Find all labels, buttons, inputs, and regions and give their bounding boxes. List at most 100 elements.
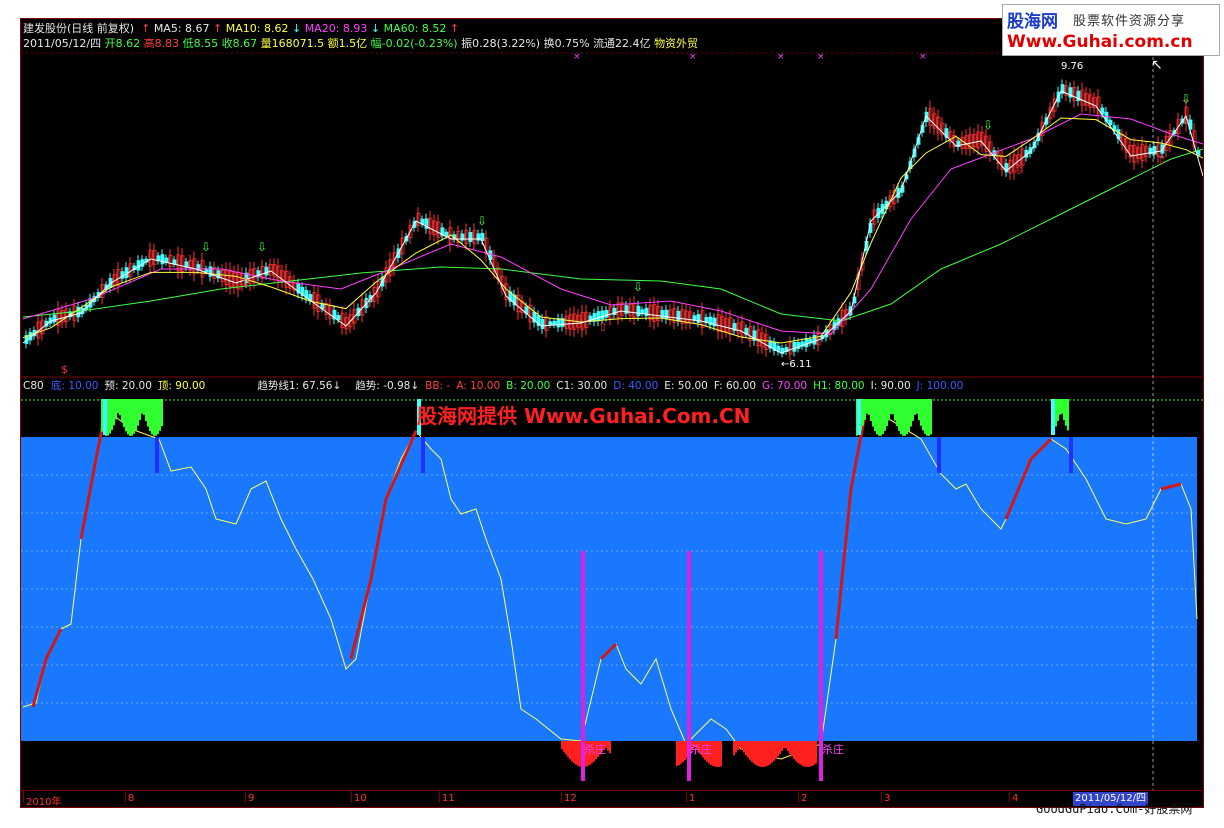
bottom-histogram-bar: [755, 741, 757, 765]
indicator-param: G: 70.00: [762, 380, 808, 392]
candle-body: [636, 305, 641, 317]
bottom-histogram-bar: [720, 741, 722, 767]
candle-body: [1152, 146, 1157, 155]
top-histogram-bar: [876, 399, 878, 435]
candle-body: [792, 341, 797, 352]
top-histogram-bar: [1063, 399, 1065, 421]
logo-url: Www.Guhai.com.cn: [1007, 32, 1193, 52]
top-histogram-bar: [113, 399, 115, 426]
bottom-histogram-bar: [577, 741, 579, 766]
low-marker: ←6.11: [781, 359, 812, 370]
bottom-histogram-bar: [737, 741, 739, 750]
indicator-param: C1: 30.00: [556, 380, 608, 392]
axis-tick-mark: [1009, 791, 1010, 803]
bottom-histogram-bar: [684, 741, 686, 761]
indicator-param: 趋势线1: 67.56↓: [257, 380, 342, 392]
bottom-histogram-bar: [680, 741, 682, 764]
top-histogram-bar: [890, 399, 892, 415]
axis-tick-label: 3: [884, 793, 891, 804]
top-histogram-bar: [127, 399, 129, 435]
bottom-histogram-bar: [763, 741, 765, 767]
top-histogram-bar: [868, 399, 870, 415]
top-histogram-bar: [159, 399, 161, 431]
top-histogram-bar: [149, 399, 151, 432]
axis-tick-mark: [798, 791, 799, 803]
signal-bar: [1051, 399, 1055, 435]
candle-body: [52, 314, 57, 323]
bottom-histogram-bar: [718, 741, 720, 767]
bottom-histogram-bar: [807, 741, 809, 767]
bottom-histogram-bar: [783, 741, 785, 749]
top-histogram-bar: [133, 399, 135, 434]
signal-bar: [937, 437, 941, 473]
top-histogram-bar: [888, 399, 890, 421]
bottom-histogram-bar: [682, 741, 684, 763]
axis-tick-label: 11: [442, 793, 455, 804]
top-histogram-bar: [161, 399, 163, 427]
top-histogram-bar: [880, 399, 882, 436]
top-histogram-bar: [910, 399, 912, 427]
bottom-histogram-bar: [741, 741, 743, 750]
indicator-param: 趋势: -0.98↓: [355, 380, 420, 392]
bottom-histogram-bar: [779, 741, 781, 754]
top-histogram-bar: [155, 399, 157, 436]
up-arrow-icon: ⇧: [1014, 163, 1024, 177]
top-histogram-bar: [902, 399, 904, 436]
candle-body: [600, 310, 605, 320]
top-histogram-bar: [878, 399, 880, 436]
bottom-histogram-bar: [575, 741, 577, 765]
top-histogram-bar: [904, 399, 906, 436]
top-histogram-bar: [1061, 399, 1063, 414]
bottom-histogram-bar: [811, 741, 813, 766]
candle-body: [804, 337, 809, 348]
bottom-histogram-bar: [765, 741, 767, 767]
candle-body: [164, 257, 169, 263]
top-histogram-bar: [137, 399, 139, 426]
top-histogram-bar: [121, 399, 123, 422]
indicator-header: C80 底: 10.00 预: 20.00 顶: 90.00 趋势线1: 67.56↓…: [23, 379, 969, 393]
axis-tick-label: 10: [354, 793, 367, 804]
top-histogram-bar: [920, 399, 922, 426]
indicator-param: BB: -: [425, 380, 451, 392]
axis-tick-label: 9: [248, 793, 255, 804]
bottom-histogram-bar: [714, 741, 716, 767]
axis-tick-label: 12: [564, 793, 577, 804]
top-histogram-bar: [930, 399, 932, 435]
stock-chart-window[interactable]: 建发股份(日线 前复权) ↑ MA5: 8.67 ↑ MA10: 8.62 ↓ …: [20, 18, 1204, 808]
signal-marker: ×: [573, 52, 581, 62]
top-histogram-bar: [109, 399, 111, 434]
indicator-param: H1: 80.00: [813, 380, 865, 392]
top-histogram-bar: [908, 399, 910, 432]
top-histogram-bar: [135, 399, 137, 431]
bottom-histogram-bar: [759, 741, 761, 767]
top-histogram-bar: [1067, 399, 1069, 431]
ma60-line: [22, 148, 1203, 322]
up-arrow-icon: ⇧: [241, 276, 251, 290]
bottom-histogram-bar: [781, 741, 783, 752]
candle-body: [540, 318, 545, 330]
bottom-histogram-bar: [739, 741, 741, 748]
bottom-histogram-bar: [678, 741, 680, 766]
indicator-param: E: 50.00: [664, 380, 708, 392]
signal-bar: [155, 437, 159, 473]
kill-signal-label: 杀庄: [822, 742, 844, 756]
bottom-histogram-bar: [569, 741, 571, 760]
candle-body: [160, 254, 165, 265]
top-histogram-bar: [906, 399, 908, 435]
kill-signal-label: 杀庄: [584, 742, 606, 756]
watermark-text: 股海网提供 Www.Guhai.Com.CN: [417, 404, 751, 428]
signal-marker: ×: [689, 52, 697, 62]
indicator-param: F: 60.00: [713, 380, 757, 392]
bottom-histogram-bar: [815, 741, 817, 764]
signal-marker: ×: [777, 52, 785, 62]
bottom-histogram-bar: [777, 741, 779, 757]
top-histogram-bar: [918, 399, 920, 421]
bottom-histogram-bar: [609, 741, 611, 754]
axis-tick-mark: [125, 791, 126, 803]
top-histogram-bar: [884, 399, 886, 431]
candle-body: [676, 310, 681, 322]
down-arrow-icon: ⇩: [1181, 92, 1191, 106]
bottom-histogram-bar: [712, 741, 714, 766]
top-histogram-bar: [119, 399, 121, 416]
bottom-histogram-bar: [769, 741, 771, 765]
